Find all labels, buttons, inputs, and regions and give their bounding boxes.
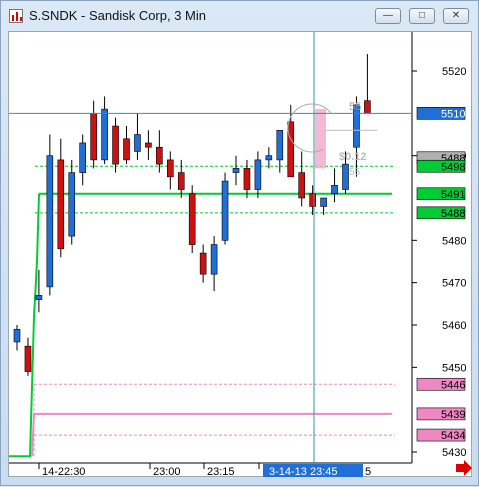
level-price-badge-text: 5434 (441, 430, 465, 442)
price-tick-label: 5460 (442, 320, 466, 332)
price-tick-label: 5470 (442, 278, 466, 290)
candle-down[interactable] (123, 138, 130, 161)
candle-up[interactable] (101, 108, 108, 161)
price-badges: 55105488549854915488544654395434 (416, 107, 465, 442)
step-lines (9, 193, 40, 458)
current-price-badge-text: 5510 (441, 108, 465, 120)
pnl-label: $0.12 (339, 151, 367, 163)
time-label: 23:15 (207, 466, 235, 478)
crosshair (9, 32, 412, 463)
candle-down[interactable] (364, 100, 371, 114)
candles[interactable] (13, 54, 371, 376)
candle-up[interactable] (232, 168, 240, 173)
price-tick-label: 5450 (442, 362, 466, 374)
level-price-badge-text: 5498 (441, 161, 465, 173)
level-price-badge-text: 5488 (441, 208, 465, 220)
candle-down[interactable] (243, 168, 251, 190)
candle-up[interactable] (79, 142, 86, 173)
candle-down[interactable] (57, 159, 65, 250)
candle-down[interactable] (156, 146, 163, 165)
crosshair-time-text: 3-14-13 23:45 (269, 466, 338, 478)
candle-down[interactable] (287, 121, 295, 178)
scroll-right-arrow-icon[interactable] (456, 460, 472, 476)
candle-up[interactable] (46, 155, 54, 288)
chart-window: S.SNDK - Sandisk Corp, 3 Min — □ ✕ 5520 5… (0, 0, 479, 486)
candle-up[interactable] (254, 159, 262, 190)
candlestick-chart[interactable]: 5520550054805470546054505430 55105488549… (1, 1, 479, 487)
candle-down[interactable] (199, 252, 207, 275)
small-level-label: 55 (349, 167, 361, 178)
time-label-tail: 5 (365, 466, 371, 478)
time-label: 14-22:30 (42, 466, 85, 478)
price-tick-label: 5430 (442, 447, 466, 459)
candle-up[interactable] (276, 129, 284, 161)
crosshair-value-label: 55 (349, 101, 361, 113)
candle-up[interactable] (13, 328, 21, 343)
candle-down[interactable] (177, 172, 185, 190)
candle-up[interactable] (35, 295, 43, 300)
candle-up[interactable] (342, 163, 349, 190)
price-axis: 5520550054805470546054505430 (412, 66, 466, 459)
candle-down[interactable] (145, 142, 152, 148)
candle-up[interactable] (221, 180, 229, 241)
price-tick-label: 5520 (442, 66, 466, 78)
candle-down[interactable] (90, 113, 97, 161)
candle-down[interactable] (309, 193, 316, 207)
price-tick-label: 5480 (442, 235, 466, 247)
level-price-badge-text: 5491 (441, 189, 465, 201)
candle-down[interactable] (24, 345, 32, 372)
candle-down[interactable] (112, 125, 119, 165)
candle-up[interactable] (68, 172, 76, 237)
candle-up[interactable] (210, 244, 218, 275)
candle-up[interactable] (320, 197, 327, 207)
candle-down[interactable] (298, 172, 306, 199)
candle-down[interactable] (167, 159, 174, 178)
level-price-badge-text: 5446 (441, 379, 465, 391)
selection-highlight (315, 109, 326, 169)
candle-up[interactable] (265, 155, 273, 161)
time-label: 23:00 (153, 466, 181, 478)
candle-down[interactable] (188, 193, 196, 245)
level-lines (34, 165, 395, 436)
candle-up[interactable] (134, 134, 141, 152)
candle-up[interactable] (331, 185, 338, 195)
level-price-badge-text: 5439 (441, 409, 465, 421)
